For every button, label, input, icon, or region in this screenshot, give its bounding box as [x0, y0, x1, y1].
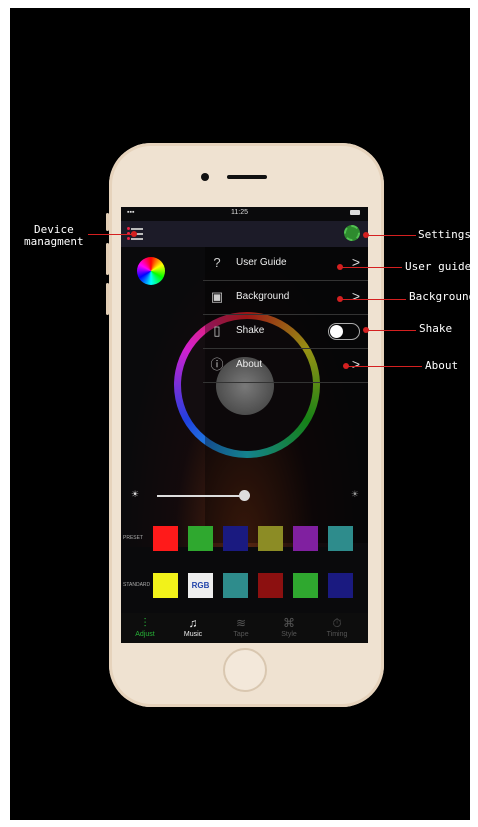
- mute-switch: [106, 213, 109, 231]
- preset-swatch[interactable]: [223, 526, 248, 551]
- earpiece-speaker: [227, 175, 267, 179]
- brightness-low-icon: ☀: [131, 489, 140, 499]
- preset-swatch[interactable]: [188, 526, 213, 551]
- leader-line: [88, 234, 134, 235]
- tab-timing[interactable]: ⏱ Timing: [317, 615, 357, 638]
- shake-toggle[interactable]: [328, 323, 360, 340]
- preset-swatch[interactable]: [293, 526, 318, 551]
- menu-item-label: About: [236, 359, 263, 370]
- leader-line: [340, 267, 402, 268]
- menu-item-label: Background: [236, 291, 290, 302]
- volume-down-button: [106, 283, 109, 315]
- status-bar: ▪▪▪ 11:25: [121, 207, 368, 221]
- menu-item-background[interactable]: ▣ Background >: [203, 281, 368, 315]
- home-button[interactable]: [223, 648, 267, 692]
- preset-label: PRESET: [123, 535, 144, 541]
- app-screen: ▪▪▪ 11:25 ? User Guide > ▣ Background > …: [121, 207, 368, 643]
- nav-bar: [121, 221, 368, 247]
- standard-swatch[interactable]: [223, 573, 248, 598]
- menu-item-user-guide[interactable]: ? User Guide >: [203, 247, 368, 281]
- tab-bar: ⫶ Adjust ♫ Music ≋ Tape ⌘ Style ⏱ Timing: [121, 613, 368, 643]
- timer-icon: ⏱: [332, 616, 342, 630]
- sliders-icon: ⫶: [143, 616, 147, 630]
- tab-music[interactable]: ♫ Music: [173, 615, 213, 638]
- question-icon: ?: [213, 255, 221, 270]
- tab-label: Music: [183, 631, 203, 638]
- chevron-right-icon: >: [351, 356, 360, 372]
- menu-item-label: Shake: [236, 325, 265, 336]
- rgb-swatch[interactable]: RGB: [188, 573, 213, 598]
- settings-gear-icon[interactable]: [344, 225, 360, 241]
- callout-device-line2: managment: [24, 235, 84, 248]
- brightness-high-icon: ☀: [350, 489, 359, 499]
- callout-shake: Shake: [419, 322, 453, 335]
- tab-label: Adjust: [135, 631, 155, 638]
- tab-adjust[interactable]: ⫶ Adjust: [125, 615, 165, 638]
- tab-label: Timing: [326, 631, 348, 638]
- standard-swatch[interactable]: [258, 573, 283, 598]
- brightness-slider[interactable]: ☀ ☀: [131, 489, 361, 503]
- style-icon: ⌘: [283, 616, 295, 630]
- leader-dot: [363, 327, 369, 333]
- front-camera: [201, 173, 209, 181]
- tab-label: Tape: [233, 631, 249, 638]
- battery-icon: [350, 210, 360, 215]
- standard-label: STANDARD: [123, 582, 151, 588]
- standard-swatch[interactable]: [328, 573, 353, 598]
- standard-swatches: STANDARD RGB: [121, 571, 368, 601]
- leader-line: [366, 330, 416, 331]
- preset-swatch[interactable]: [328, 526, 353, 551]
- preset-swatches: PRESET: [121, 524, 368, 554]
- chevron-right-icon: >: [351, 288, 360, 304]
- leader-dot: [337, 264, 343, 270]
- preset-swatch[interactable]: [258, 526, 283, 551]
- leader-line: [340, 299, 406, 300]
- image-icon: ▣: [210, 289, 224, 304]
- leader-dot: [363, 232, 369, 238]
- signal-icon: ▪▪▪: [127, 209, 135, 216]
- callout-user-guide: User guide: [405, 260, 472, 273]
- leader-dot: [343, 363, 349, 369]
- tab-style[interactable]: ⌘ Style: [269, 615, 309, 638]
- slider-thumb[interactable]: [239, 490, 250, 501]
- tape-icon: ≋: [235, 616, 247, 630]
- callout-device-management: Device managment: [24, 224, 84, 248]
- callout-background: Background: [409, 290, 476, 303]
- leader-dot: [131, 231, 137, 237]
- standard-swatch[interactable]: [293, 573, 318, 598]
- music-icon: ♫: [188, 616, 198, 630]
- status-time: 11:25: [231, 209, 248, 216]
- slider-track[interactable]: [157, 495, 247, 497]
- leader-dot: [337, 296, 343, 302]
- standard-swatch[interactable]: [153, 573, 178, 598]
- menu-item-shake: ▯ Shake: [203, 315, 368, 349]
- volume-up-button: [106, 243, 109, 275]
- tab-label: Style: [281, 631, 297, 638]
- info-icon: ⓘ: [210, 357, 224, 372]
- menu-item-label: User Guide: [236, 257, 287, 268]
- color-palette-icon[interactable]: [137, 257, 165, 285]
- callout-about: About: [425, 359, 459, 372]
- callout-settings: Settings: [418, 228, 471, 241]
- preset-swatch[interactable]: [153, 526, 178, 551]
- tab-tape[interactable]: ≋ Tape: [221, 615, 261, 638]
- leader-line: [346, 366, 422, 367]
- leader-line: [366, 235, 416, 236]
- shake-icon: ▯: [213, 323, 221, 338]
- phone-frame: ▪▪▪ 11:25 ? User Guide > ▣ Background > …: [106, 143, 384, 707]
